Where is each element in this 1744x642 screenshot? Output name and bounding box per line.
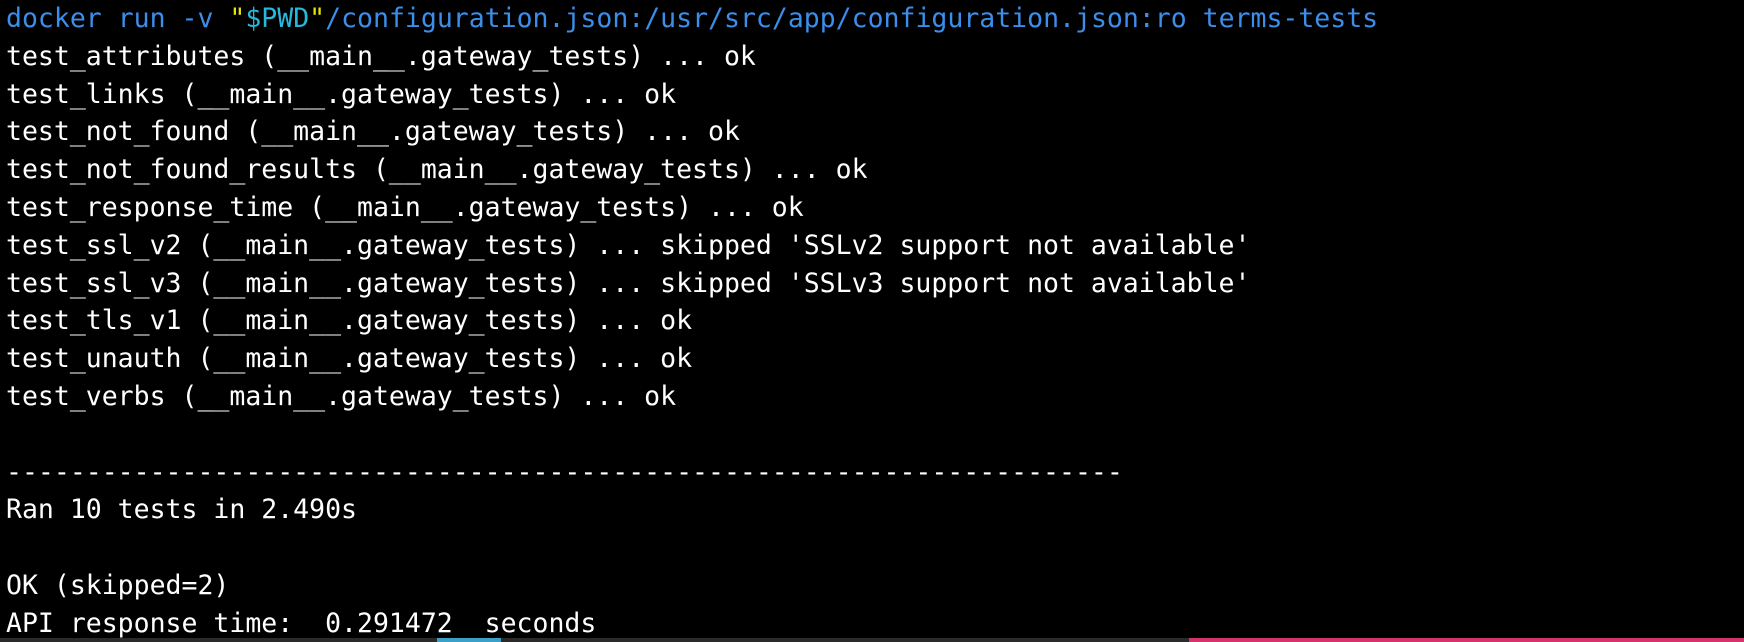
test-result-line: test_ssl_v3 (__main__.gateway_tests) ...…	[6, 267, 1251, 299]
summary-response-time: API response time: 0.291472 seconds	[6, 607, 597, 639]
status-accent-blue	[437, 638, 501, 642]
test-result-line: test_unauth (__main__.gateway_tests) ...…	[6, 343, 693, 375]
command-path-args: /configuration.json:/usr/src/app/configu…	[325, 3, 1379, 34]
separator-line: ----------------------------------------…	[6, 456, 1123, 488]
test-result-line: test_ssl_v2 (__main__.gateway_tests) ...…	[6, 229, 1251, 261]
command-quote-open: "	[229, 3, 246, 34]
test-result-line: test_not_found_results (__main__.gateway…	[6, 154, 868, 186]
summary-ran: Ran 10 tests in 2.490s	[6, 494, 357, 526]
status-accent-pink	[1189, 638, 1744, 642]
test-result-line: test_not_found (__main__.gateway_tests) …	[6, 116, 740, 148]
test-result-line: test_attributes (__main__.gateway_tests)…	[6, 40, 756, 72]
command-quote-close: "	[309, 3, 326, 34]
summary-status: OK (skipped=2)	[6, 569, 230, 601]
test-result-line: test_response_time (__main__.gateway_tes…	[6, 191, 804, 223]
command-line: docker run -v "$PWD"/configuration.json:…	[6, 0, 1744, 38]
test-result-line: test_links (__main__.gateway_tests) ... …	[6, 78, 677, 110]
command-program: docker	[6, 3, 102, 34]
command-variable: $PWD	[245, 3, 310, 34]
terminal-window[interactable]: docker run -v "$PWD"/configuration.json:…	[0, 0, 1744, 642]
test-result-line: test_tls_v1 (__main__.gateway_tests) ...…	[6, 305, 693, 337]
command-args: run -v	[101, 3, 230, 34]
test-result-line: test_verbs (__main__.gateway_tests) ... …	[6, 380, 677, 412]
